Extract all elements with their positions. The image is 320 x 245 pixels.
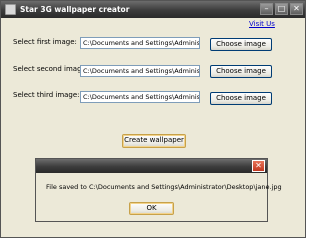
app-icon	[5, 4, 16, 15]
third-image-path-field[interactable]: C:\Documents and Settings\Administr	[80, 91, 200, 103]
maximize-button[interactable]: □	[275, 3, 288, 15]
choose-second-image-button[interactable]: Choose image	[210, 65, 272, 78]
dialog-close-button[interactable]: ✕	[252, 160, 265, 172]
second-image-label: Select second image:	[13, 65, 89, 73]
message-dialog: ✕ File saved to C:\Documents and Setting…	[35, 158, 282, 222]
window-title: Star 3G wallpaper creator	[20, 5, 130, 14]
choose-first-image-button[interactable]: Choose image	[210, 38, 272, 51]
create-wallpaper-button[interactable]: Create wallpaper	[122, 134, 186, 148]
minimize-button[interactable]: –	[260, 3, 273, 15]
second-image-path-field[interactable]: C:\Documents and Settings\Administr	[80, 65, 200, 77]
choose-third-image-button[interactable]: Choose image	[210, 92, 272, 105]
ok-button[interactable]: OK	[129, 202, 174, 215]
close-button[interactable]: ✕	[290, 3, 303, 15]
title-bar[interactable]: Star 3G wallpaper creator – □ ✕	[1, 1, 305, 18]
first-image-path-field[interactable]: C:\Documents and Settings\Administr	[80, 37, 200, 49]
visit-us-link[interactable]: Visit Us	[249, 20, 275, 28]
dialog-title-bar[interactable]: ✕	[36, 159, 267, 173]
dialog-message: File saved to C:\Documents and Settings\…	[46, 183, 282, 191]
first-image-label: Select first image:	[13, 38, 77, 46]
window-controls: – □ ✕	[260, 3, 303, 15]
third-image-label: Select third image:	[13, 91, 80, 99]
